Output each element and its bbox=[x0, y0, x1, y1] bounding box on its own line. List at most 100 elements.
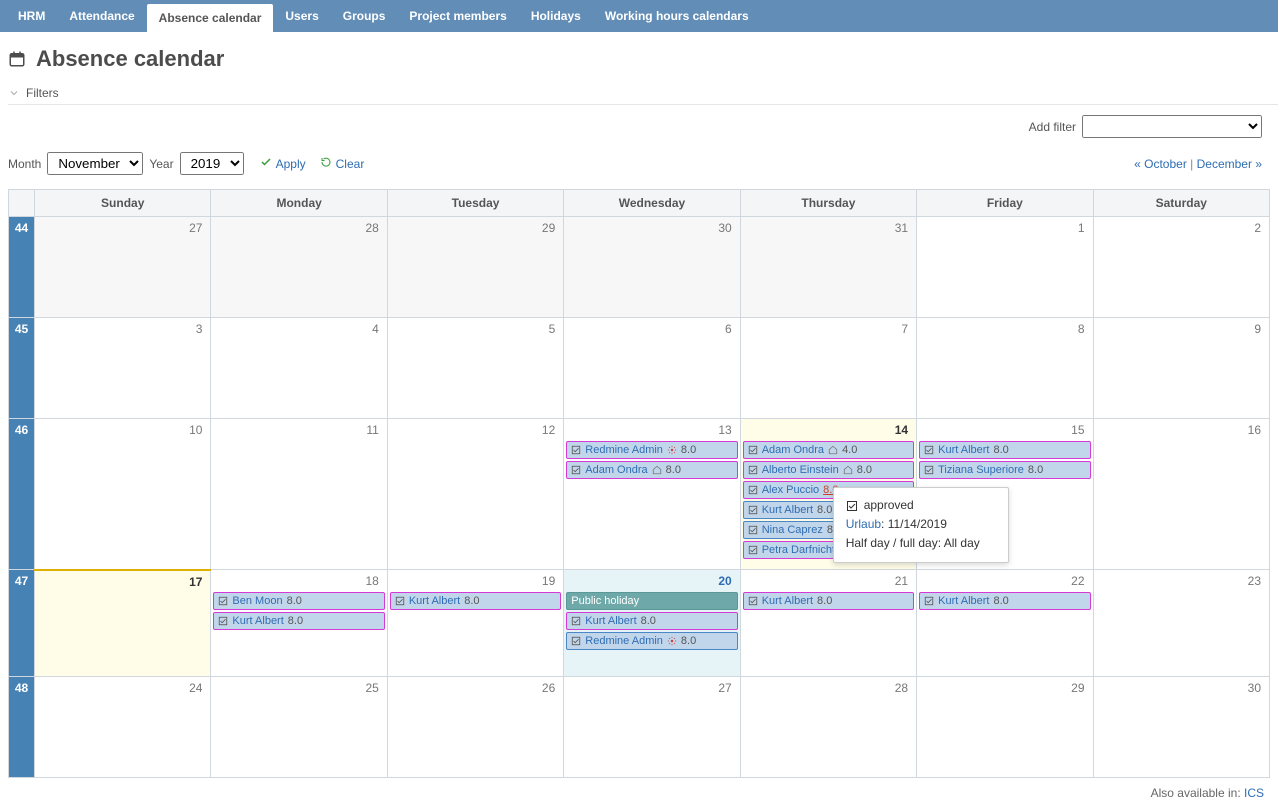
home-icon bbox=[652, 465, 662, 475]
apply-label: Apply bbox=[276, 157, 306, 171]
absence-entry[interactable]: Tiziana Superiore 8.0 bbox=[919, 461, 1090, 479]
export-line: Also available in: ICS bbox=[8, 786, 1264, 800]
calendar-grid: Sunday Monday Tuesday Wednesday Thursday… bbox=[8, 189, 1270, 778]
approved-icon bbox=[395, 596, 405, 606]
cell-nov-3[interactable]: 3 bbox=[35, 318, 211, 419]
cell-nov-2[interactable]: 2 bbox=[1093, 217, 1269, 318]
absence-entry[interactable]: Kurt Albert 8.0 bbox=[213, 612, 384, 630]
absence-entry[interactable]: Ben Moon 8.0 bbox=[213, 592, 384, 610]
home-icon bbox=[843, 465, 853, 475]
cell-nov-26[interactable]: 26 bbox=[387, 677, 563, 778]
gear-icon bbox=[667, 445, 677, 455]
approved-icon bbox=[748, 545, 758, 555]
entry-name: Kurt Albert bbox=[409, 595, 460, 607]
year-label: Year bbox=[149, 157, 173, 171]
week-48: 48 bbox=[9, 677, 35, 778]
absence-entry[interactable]: Redmine Admin 8.0 bbox=[566, 441, 737, 459]
next-month-link[interactable]: December » bbox=[1197, 157, 1262, 171]
cell-nov-14[interactable]: 14 approved Urlaub: 11/14/2019 Half day … bbox=[740, 419, 916, 570]
entry-hours: 8.0 bbox=[681, 444, 696, 456]
cell-nov-22[interactable]: 22 Kurt Albert 8.0 bbox=[917, 570, 1093, 677]
cell-nov-28[interactable]: 28 bbox=[740, 677, 916, 778]
absence-entry[interactable]: Redmine Admin 8.0 bbox=[566, 632, 737, 650]
cell-oct-30[interactable]: 30 bbox=[564, 217, 740, 318]
cell-nov-5[interactable]: 5 bbox=[387, 318, 563, 419]
cell-nov-23[interactable]: 23 bbox=[1093, 570, 1269, 677]
cell-nov-24[interactable]: 24 bbox=[35, 677, 211, 778]
entry-hours: 8.0 bbox=[1028, 464, 1043, 476]
tab-groups[interactable]: Groups bbox=[331, 0, 398, 32]
cell-nov-30[interactable]: 30 bbox=[1093, 677, 1269, 778]
tab-absence-calendar[interactable]: Absence calendar bbox=[147, 4, 274, 32]
cell-nov-17[interactable]: 17 bbox=[35, 570, 211, 677]
cell-nov-19[interactable]: 19 Kurt Albert 8.0 bbox=[387, 570, 563, 677]
cell-nov-25[interactable]: 25 bbox=[211, 677, 387, 778]
cell-nov-12[interactable]: 12 bbox=[387, 419, 563, 570]
week-47: 47 bbox=[9, 570, 35, 677]
tab-project-members[interactable]: Project members bbox=[397, 0, 518, 32]
entry-hours: 8.0 bbox=[817, 504, 832, 516]
cell-nov-6[interactable]: 6 bbox=[564, 318, 740, 419]
approved-icon bbox=[748, 485, 758, 495]
cell-nov-21[interactable]: 21 Kurt Albert 8.0 bbox=[740, 570, 916, 677]
entry-name: Alex Puccio bbox=[762, 484, 819, 496]
export-ics-link[interactable]: ICS bbox=[1244, 786, 1264, 800]
entry-hours: 8.0 bbox=[681, 635, 696, 647]
cell-nov-13[interactable]: 13 Redmine Admin 8.0 Adam Ondra 8. bbox=[564, 419, 740, 570]
entry-name: Kurt Albert bbox=[938, 444, 989, 456]
month-select[interactable]: November bbox=[47, 152, 143, 175]
cell-nov-10[interactable]: 10 bbox=[35, 419, 211, 570]
absence-entry[interactable]: Adam Ondra 8.0 bbox=[566, 461, 737, 479]
absence-entry[interactable]: Kurt Albert 8.0 bbox=[566, 612, 737, 630]
cell-nov-9[interactable]: 9 bbox=[1093, 318, 1269, 419]
entry-hours: 8.0 bbox=[817, 595, 832, 607]
cell-nov-20[interactable]: 20 Public holiday Kurt Albert 8.0 Redm bbox=[564, 570, 740, 677]
apply-button[interactable]: Apply bbox=[260, 156, 306, 171]
tooltip-halfday-value: All day bbox=[944, 536, 980, 550]
absence-entry[interactable]: Kurt Albert 8.0 bbox=[919, 592, 1090, 610]
tab-working-hours[interactable]: Working hours calendars bbox=[593, 0, 761, 32]
entry-name: Public holiday bbox=[571, 595, 639, 607]
tab-attendance[interactable]: Attendance bbox=[57, 0, 146, 32]
approved-icon bbox=[571, 616, 581, 626]
year-select[interactable]: 2019 bbox=[180, 152, 244, 175]
day-header-sat: Saturday bbox=[1093, 190, 1269, 217]
tab-holidays[interactable]: Holidays bbox=[519, 0, 593, 32]
cell-nov-7[interactable]: 7 bbox=[740, 318, 916, 419]
absence-entry[interactable]: Kurt Albert 8.0 bbox=[390, 592, 561, 610]
absence-entry[interactable]: Adam Ondra 4.0 bbox=[743, 441, 914, 459]
clear-label: Clear bbox=[336, 157, 365, 171]
prev-month-link[interactable]: « October bbox=[1134, 157, 1187, 171]
filters-toggle[interactable]: Filters bbox=[8, 86, 1278, 105]
absence-entry[interactable]: Alberto Einstein 8.0 bbox=[743, 461, 914, 479]
entry-name: Kurt Albert bbox=[762, 595, 813, 607]
entry-hours: 8.0 bbox=[288, 615, 303, 627]
cell-oct-31[interactable]: 31 bbox=[740, 217, 916, 318]
absence-entry[interactable]: Kurt Albert 8.0 bbox=[743, 592, 914, 610]
holiday-entry[interactable]: Public holiday bbox=[566, 592, 737, 610]
tab-users[interactable]: Users bbox=[273, 0, 330, 32]
cell-nov-27[interactable]: 27 bbox=[564, 677, 740, 778]
cell-nov-11[interactable]: 11 bbox=[211, 419, 387, 570]
month-label: Month bbox=[8, 157, 41, 171]
absence-entry[interactable]: Kurt Albert 8.0 bbox=[919, 441, 1090, 459]
entry-name: Tiziana Superiore bbox=[938, 464, 1024, 476]
clear-button[interactable]: Clear bbox=[320, 156, 365, 171]
tooltip-type-link[interactable]: Urlaub bbox=[846, 517, 881, 531]
cell-nov-1[interactable]: 1 bbox=[917, 217, 1093, 318]
week-45: 45 bbox=[9, 318, 35, 419]
cell-oct-28[interactable]: 28 bbox=[211, 217, 387, 318]
cell-nov-4[interactable]: 4 bbox=[211, 318, 387, 419]
cell-nov-29[interactable]: 29 bbox=[917, 677, 1093, 778]
cell-oct-27[interactable]: 27 bbox=[35, 217, 211, 318]
approved-icon bbox=[924, 445, 934, 455]
cell-nov-8[interactable]: 8 bbox=[917, 318, 1093, 419]
gear-icon bbox=[667, 636, 677, 646]
tab-hrm[interactable]: HRM bbox=[6, 0, 57, 32]
cell-nov-18[interactable]: 18 Ben Moon 8.0 Kurt Albert 8.0 bbox=[211, 570, 387, 677]
cell-oct-29[interactable]: 29 bbox=[387, 217, 563, 318]
cell-nov-16[interactable]: 16 bbox=[1093, 419, 1269, 570]
add-filter-select[interactable] bbox=[1082, 115, 1262, 138]
entry-name: Kurt Albert bbox=[762, 504, 813, 516]
add-filter-label: Add filter bbox=[1029, 120, 1076, 134]
